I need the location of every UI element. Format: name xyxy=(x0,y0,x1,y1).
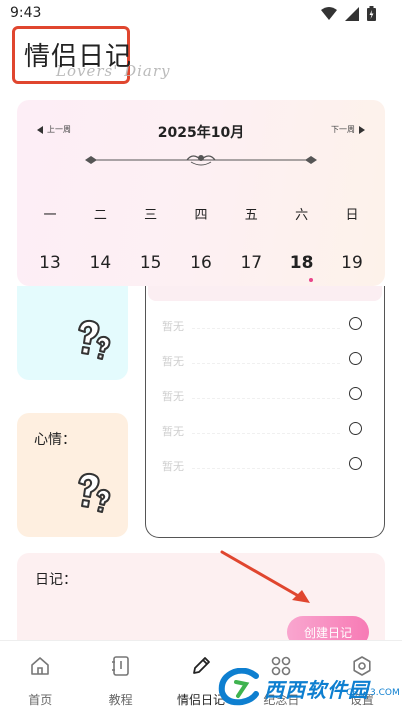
todo-divider xyxy=(192,398,340,399)
todo-checkbox[interactable] xyxy=(349,387,362,400)
todo-item-text: 暂无 xyxy=(162,320,184,333)
todo-divider xyxy=(192,468,340,469)
todo-divider xyxy=(192,328,340,329)
todo-item[interactable]: 暂无 xyxy=(162,351,362,375)
todo-divider xyxy=(192,363,340,364)
nav-label: 教程 xyxy=(108,693,133,707)
week-calendar: 上一周 2025年10月 下一周 一 二 三 四 五 六 日 13 14 15 … xyxy=(17,100,385,286)
status-icons xyxy=(321,6,376,21)
next-week-label: 下一周 xyxy=(331,125,355,134)
todo-item[interactable]: 暂无 xyxy=(162,386,362,410)
status-card[interactable] xyxy=(17,286,128,380)
todo-checkbox[interactable] xyxy=(349,352,362,365)
nav-label: 首页 xyxy=(28,693,53,707)
date-cell[interactable]: 14 xyxy=(85,253,115,273)
weekday-row: 一 二 三 四 五 六 日 xyxy=(35,204,367,223)
todo-item[interactable]: 暂无 xyxy=(162,316,362,340)
watermark-logo-icon xyxy=(218,668,259,706)
todo-item[interactable]: 暂无 xyxy=(162,421,362,445)
todo-checkbox[interactable] xyxy=(349,422,362,435)
status-time: 9:43 xyxy=(10,5,42,21)
todo-item[interactable]: 暂无 xyxy=(162,456,362,480)
next-week-button[interactable]: 下一周 xyxy=(331,124,365,135)
annotation-arrow-icon xyxy=(220,550,310,603)
weekday-label: 一 xyxy=(43,208,57,223)
weekday-label: 日 xyxy=(345,208,359,223)
weekday-label: 三 xyxy=(144,208,158,223)
weekday-label: 四 xyxy=(194,208,208,223)
date-cell[interactable]: 17 xyxy=(236,253,266,273)
status-bar: 9:43 xyxy=(0,0,402,28)
todo-checkbox[interactable] xyxy=(349,317,362,330)
date-row: 13 14 15 16 17 18 19 xyxy=(35,253,367,273)
todo-item-text: 暂无 xyxy=(162,390,184,403)
triangle-right-icon xyxy=(359,125,365,134)
watermark-sub: CR173.COM xyxy=(346,688,400,698)
todo-item-text: 暂无 xyxy=(162,460,184,473)
mood-card[interactable]: 心情： xyxy=(17,413,128,537)
wifi-icon xyxy=(321,6,337,20)
signal-icon xyxy=(345,6,359,21)
watermark: 西西软件园 CR173.COM xyxy=(210,666,400,706)
selected-date-dot xyxy=(309,278,313,282)
todo-list: 暂无 暂无 暂无 暂无 暂无 xyxy=(145,286,385,538)
diary-label: 日记： xyxy=(35,572,77,588)
todo-divider xyxy=(192,433,340,434)
question-marks-icon xyxy=(78,319,111,360)
pen-icon xyxy=(193,657,210,674)
date-cell[interactable]: 19 xyxy=(337,253,367,273)
mood-label: 心情： xyxy=(34,432,76,448)
home-icon xyxy=(31,657,50,675)
todo-item-text: 暂无 xyxy=(162,425,184,438)
todo-checkbox[interactable] xyxy=(349,457,362,470)
date-cell[interactable]: 13 xyxy=(35,253,65,273)
todo-tab xyxy=(148,286,382,301)
date-cell[interactable]: 15 xyxy=(136,253,166,273)
weekday-label: 二 xyxy=(93,208,107,223)
book-icon xyxy=(111,656,129,676)
ornament-divider-icon xyxy=(85,155,317,166)
page-title: 情侣日记 xyxy=(24,42,133,72)
nav-item-tutorial[interactable]: 教程 xyxy=(80,641,160,715)
weekday-label: 六 xyxy=(295,208,309,223)
todo-item-text: 暂无 xyxy=(162,355,184,368)
date-cell[interactable]: 16 xyxy=(186,253,216,273)
weekday-label: 五 xyxy=(244,208,258,223)
battery-icon xyxy=(367,6,376,21)
nav-item-home[interactable]: 首页 xyxy=(0,641,80,715)
date-cell-selected[interactable]: 18 xyxy=(287,253,317,273)
question-marks-icon xyxy=(78,472,111,513)
month-title: 2025年10月 xyxy=(157,125,245,141)
